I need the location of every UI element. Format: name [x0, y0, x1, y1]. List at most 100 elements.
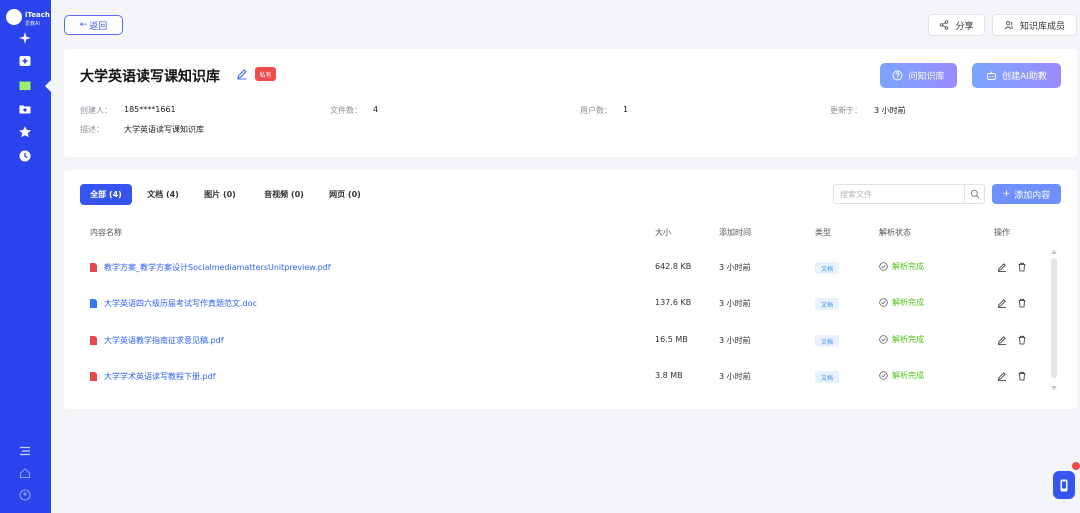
ask-kb-button[interactable]: 问知识库: [880, 63, 957, 88]
sidebar-item-knowledge[interactable]: [0, 75, 52, 97]
type-badge: 文档: [815, 335, 839, 347]
delete-icon[interactable]: [1017, 335, 1027, 345]
tab-all[interactable]: 全部 (4): [80, 184, 132, 205]
sidebar-menu-toggle[interactable]: [15, 441, 35, 461]
sidebar-home[interactable]: [15, 463, 35, 483]
arrow-left-icon: ←: [79, 20, 88, 30]
check-circle-icon: [879, 298, 888, 307]
kb-info-card: 大学英语读写课知识库 私有 问知识库 创建AI助教 创建人： 185****16…: [64, 49, 1077, 157]
sparkle-icon: [19, 32, 31, 44]
search-icon[interactable]: [970, 189, 980, 199]
kb-members-button[interactable]: 知识库成员: [992, 14, 1077, 36]
share-label: 分享: [955, 21, 974, 32]
delete-icon[interactable]: [1017, 298, 1027, 308]
table-scrollbar[interactable]: [1049, 248, 1059, 394]
logo-mark-icon: [6, 9, 22, 25]
search-input[interactable]: [840, 188, 960, 200]
file-name-link[interactable]: 大学学术英语读写教程下册.pdf: [104, 371, 216, 382]
menu-icon: [20, 446, 30, 456]
table-row[interactable]: 大学学术英语读写教程下册.pdf 3.8 MB 3 小时前 文档 解析完成: [78, 359, 1048, 395]
sidebar-item-create[interactable]: [15, 51, 35, 71]
edit-title-icon[interactable]: [236, 68, 248, 80]
logo-text: iTeach: [25, 11, 50, 19]
sidebar-item-ai[interactable]: [15, 28, 35, 48]
type-badge: 文档: [815, 298, 839, 310]
back-button[interactable]: ← 返回: [64, 15, 123, 35]
clock-icon: [19, 150, 31, 162]
scroll-down-arrow-icon[interactable]: [1051, 386, 1057, 390]
plus-icon: +: [1002, 189, 1011, 199]
search-divider: [964, 185, 965, 203]
edit-icon[interactable]: [997, 371, 1007, 381]
folder-icon: [19, 105, 31, 114]
file-name-link[interactable]: 教学方案_教学方案设计SocialmediamattersUnitpreview…: [104, 262, 331, 273]
type-badge: 文档: [815, 262, 839, 274]
tab-webpages[interactable]: 网页 (0): [320, 184, 370, 205]
tab-images[interactable]: 图片 (0): [194, 184, 246, 205]
user-icon: [19, 489, 31, 501]
sidebar-item-favorites[interactable]: [15, 122, 35, 142]
sidebar-item-history[interactable]: [15, 146, 35, 166]
file-name-link[interactable]: 大学英语教学指南征求意见稿.pdf: [104, 335, 224, 346]
files-count-value: 4: [373, 105, 379, 114]
header-status: 解析状态: [879, 228, 911, 237]
parse-status: 解析完成: [879, 297, 924, 308]
check-circle-icon: [879, 262, 888, 271]
edit-icon[interactable]: [997, 262, 1007, 272]
header-name: 内容名称: [90, 228, 122, 237]
file-size: 642.8 KB: [655, 262, 692, 271]
header-actions: 操作: [994, 228, 1010, 237]
added-time: 3 小时前: [719, 336, 751, 345]
users-count-label: 用户数：: [580, 106, 612, 115]
added-time: 3 小时前: [719, 372, 751, 381]
logo-subtext: 爱教AI: [25, 21, 40, 27]
check-circle-icon: [879, 335, 888, 344]
parse-status: 解析完成: [879, 261, 924, 272]
back-label: 返回: [89, 21, 108, 32]
updated-label: 更新于：: [830, 106, 862, 115]
robot-icon: [987, 71, 997, 80]
header-size: 大小: [655, 228, 671, 237]
sidebar-user[interactable]: [15, 485, 35, 505]
table-row[interactable]: 大学英语四六级历届考试写作真题范文.doc 137.6 KB 3 小时前 文档 …: [78, 286, 1048, 322]
parse-status: 解析完成: [879, 334, 924, 345]
edit-icon[interactable]: [997, 335, 1007, 345]
tab-audio-video[interactable]: 音视频 (0): [253, 184, 315, 205]
sidebar: iTeach 爱教AI: [0, 0, 52, 513]
parse-status-label: 解析完成: [892, 335, 924, 344]
add-content-button[interactable]: + 添加内容: [992, 184, 1061, 204]
active-indicator: [45, 79, 52, 93]
add-content-label: 添加内容: [1014, 190, 1051, 201]
members-label: 知识库成员: [1019, 21, 1065, 32]
book-icon: [19, 81, 31, 91]
file-name-link[interactable]: 大学英语四六级历届考试写作真题范文.doc: [104, 298, 257, 309]
parse-status-label: 解析完成: [892, 371, 924, 380]
doc-file-icon: [90, 299, 97, 308]
file-size: 16.5 MB: [655, 335, 688, 344]
create-ai-assistant-button[interactable]: 创建AI助教: [972, 63, 1061, 88]
added-time: 3 小时前: [719, 299, 751, 308]
notification-dot: [1072, 462, 1080, 470]
sidebar-item-files[interactable]: [15, 99, 35, 119]
table-row[interactable]: 教学方案_教学方案设计SocialmediamattersUnitpreview…: [78, 250, 1048, 286]
delete-icon[interactable]: [1017, 262, 1027, 272]
pdf-file-icon: [90, 263, 97, 272]
page-title: 大学英语读写课知识库: [80, 69, 220, 85]
added-time: 3 小时前: [719, 263, 751, 272]
add-box-icon: [19, 56, 31, 66]
scrollbar-thumb[interactable]: [1051, 258, 1057, 378]
pdf-file-icon: [90, 372, 97, 381]
file-size: 137.6 KB: [655, 298, 692, 307]
delete-icon[interactable]: [1017, 371, 1027, 381]
create-ai-label: 创建AI助教: [1002, 72, 1047, 82]
table-row[interactable]: 大学英语教学指南征求意见稿.pdf 16.5 MB 3 小时前 文档 解析完成: [78, 323, 1048, 359]
tab-documents[interactable]: 文档 (4): [137, 184, 189, 205]
parse-status-label: 解析完成: [892, 298, 924, 307]
description-value: 大学英语读写课知识库: [124, 125, 204, 134]
type-badge: 文档: [815, 371, 839, 383]
edit-icon[interactable]: [997, 298, 1007, 308]
share-button[interactable]: 分享: [928, 14, 985, 36]
floating-assistant-button[interactable]: [1053, 471, 1075, 499]
scroll-up-arrow-icon[interactable]: [1051, 250, 1057, 254]
file-size: 3.8 MB: [655, 371, 683, 380]
